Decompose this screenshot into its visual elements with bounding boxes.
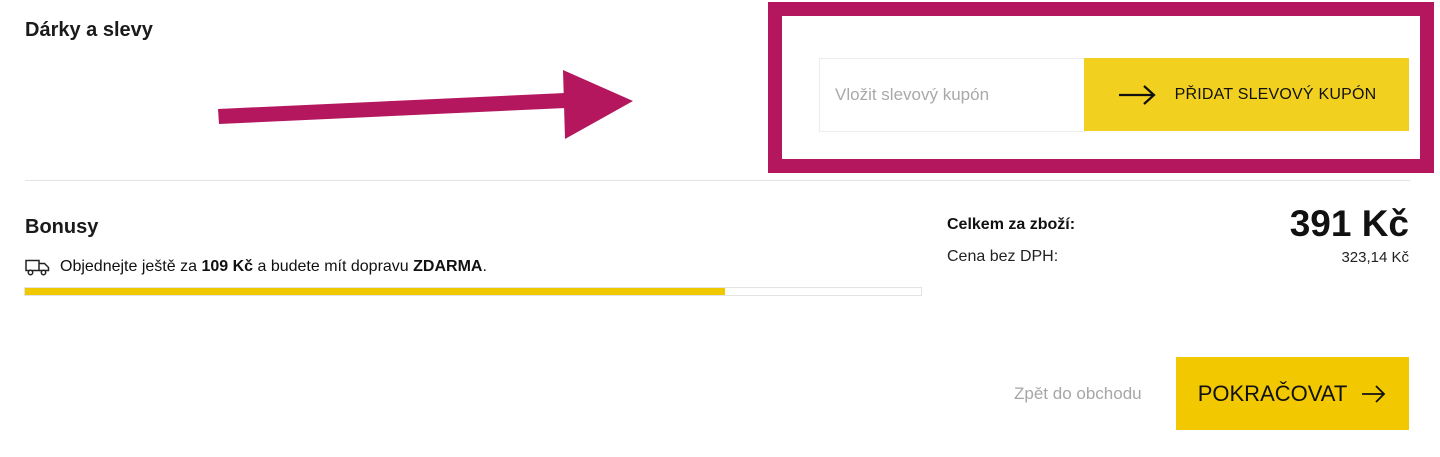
truck-icon	[25, 259, 50, 275]
free-shipping-label: ZDARMA	[413, 258, 483, 275]
free-shipping-text: Objednejte ještě za 109 Kč a budete mít …	[60, 258, 487, 276]
total-goods-label: Celkem za zboží:	[947, 216, 1076, 233]
cart-summary-section: Dárky a slevy PŘIDAT SLEVOVÝ KUPÓN Bonus…	[0, 0, 1440, 457]
section-divider	[25, 180, 1410, 181]
coupon-input[interactable]	[819, 58, 1085, 132]
free-shipping-progress-bar	[24, 287, 922, 296]
back-to-shop-link[interactable]: Zpět do obchodu	[1014, 384, 1142, 404]
free-shipping-progress-fill	[25, 288, 725, 295]
total-goods-value: 391 Kč	[1289, 203, 1409, 244]
price-without-vat-label: Cena bez DPH:	[947, 248, 1059, 265]
shipping-text-end: .	[482, 258, 487, 275]
remaining-amount: 109 Kč	[201, 258, 254, 275]
gifts-section-title: Dárky a slevy	[25, 19, 153, 41]
price-without-vat-value: 323,14 Kč	[1341, 249, 1409, 266]
shipping-text-middle: a budete mít dopravu	[257, 258, 409, 275]
add-coupon-label: PŘIDAT SLEVOVÝ KUPÓN	[1174, 85, 1377, 103]
arrow-right-icon	[1362, 384, 1386, 403]
continue-button[interactable]: POKRAČOVAT	[1176, 357, 1409, 430]
arrow-right-icon	[1118, 84, 1156, 105]
annotation-arrow-icon	[218, 70, 633, 139]
free-shipping-message: Objednejte ještě za 109 Kč a budete mít …	[25, 258, 487, 276]
continue-label: POKRAČOVAT	[1197, 380, 1348, 406]
add-coupon-button[interactable]: PŘIDAT SLEVOVÝ KUPÓN	[1084, 58, 1409, 131]
shipping-text-before: Objednejte ještě za	[60, 258, 197, 275]
bonus-section-title: Bonusy	[25, 216, 99, 238]
